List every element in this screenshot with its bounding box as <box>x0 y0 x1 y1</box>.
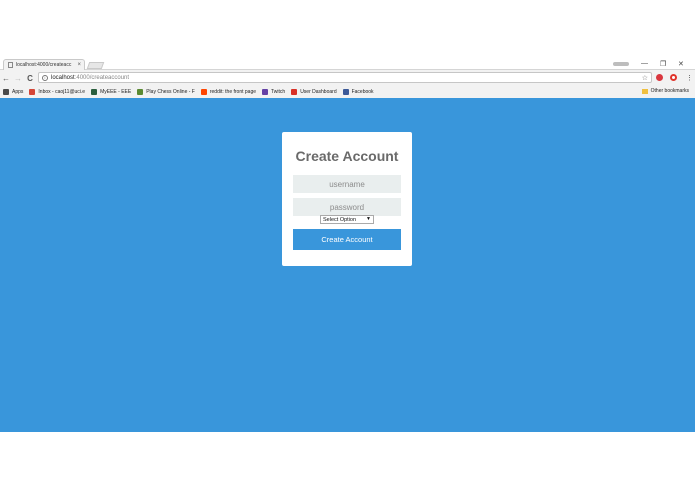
bookmark-label: Facebook <box>351 88 374 95</box>
bookmark-item[interactable]: Twitch <box>262 88 286 95</box>
bookmark-star-icon[interactable]: ☆ <box>642 74 648 82</box>
apps-grid-icon <box>3 88 9 95</box>
bookmark-label: MyEEE - EEE <box>100 88 132 95</box>
select-value: Select Option <box>323 216 357 223</box>
minimize-icon[interactable]: — <box>641 60 648 67</box>
bookmark-label: Inbox - caoj11@uci.e <box>38 88 86 95</box>
tab-strip: localhost:4000/createacc × — ❐ ✕ <box>0 58 695 70</box>
username-input[interactable] <box>293 175 401 193</box>
browser-tab[interactable]: localhost:4000/createacc × <box>3 59 85 70</box>
bookmark-item[interactable]: User Dashboard <box>291 88 337 95</box>
folder-icon <box>641 88 648 94</box>
other-bookmarks-label: Other bookmarks <box>650 88 689 94</box>
new-tab-button[interactable] <box>86 62 105 69</box>
menu-icon[interactable]: ⋮ <box>686 74 693 82</box>
bookmark-label: Twitch <box>271 88 286 95</box>
opera-extension-icon[interactable] <box>670 74 677 81</box>
bookmark-label: Play Chess Online - F <box>146 88 195 95</box>
create-account-button[interactable]: Create Account <box>293 229 401 250</box>
dropdown-arrow-icon: ▼ <box>366 216 371 222</box>
browser-toolbar: ← → C i localhost:4000/createaccount ☆ <box>0 71 695 85</box>
bookmark-item[interactable]: MyEEE - EEE <box>91 88 132 95</box>
page-content: Create Account Select Option ▼ Create Ac… <box>0 98 695 432</box>
profile-button[interactable] <box>613 62 629 66</box>
create-account-card: Create Account Select Option ▼ Create Ac… <box>282 132 412 266</box>
bookmark-item[interactable]: Apps <box>3 88 24 95</box>
bookmark-item[interactable]: Facebook <box>342 88 374 95</box>
reddit-icon <box>200 88 207 95</box>
url-host: localhost <box>51 74 75 81</box>
url-path: :4000/createaccount <box>74 74 130 81</box>
facebook-icon <box>342 88 349 95</box>
bookmarks-bar: Apps Inbox - caoj11@uci.e MyEEE - EEE Play … <box>0 86 695 97</box>
page-top-margin <box>0 0 695 58</box>
tab-close-icon[interactable]: × <box>77 62 81 68</box>
twitch-icon <box>262 88 269 95</box>
browser-chrome: localhost:4000/createacc × — ❐ ✕ ← → C i… <box>0 58 695 98</box>
bookmark-label: Apps <box>12 88 24 95</box>
address-bar[interactable]: i localhost:4000/createaccount ☆ <box>38 72 652 83</box>
gmail-icon <box>29 88 36 95</box>
bookmark-item[interactable]: Play Chess Online - F <box>137 88 195 95</box>
tab-title: localhost:4000/createacc <box>16 62 72 68</box>
page-bottom-margin <box>0 432 695 494</box>
bookmark-item[interactable]: Inbox - caoj11@uci.e <box>29 88 86 95</box>
reload-icon[interactable]: C <box>24 74 36 83</box>
forward-icon[interactable]: → <box>12 74 24 83</box>
bookmark-label: User Dashboard <box>300 88 337 95</box>
chess-icon <box>137 88 144 95</box>
page-icon <box>8 62 13 68</box>
other-bookmarks[interactable]: Other bookmarks <box>641 88 689 94</box>
password-input[interactable] <box>293 198 401 216</box>
window-close-icon[interactable]: ✕ <box>678 60 684 68</box>
back-icon[interactable]: ← <box>0 74 12 83</box>
bookmark-label: reddit: the front page <box>209 88 257 95</box>
restore-icon[interactable]: ❐ <box>660 60 666 68</box>
bookmark-item[interactable]: reddit: the front page <box>200 88 257 95</box>
eee-icon <box>91 88 98 95</box>
form-title: Create Account <box>295 148 399 164</box>
role-select[interactable]: Select Option ▼ <box>320 215 374 224</box>
adblock-extension-icon[interactable] <box>656 74 663 81</box>
dashboard-icon <box>291 88 298 95</box>
info-icon[interactable]: i <box>42 74 48 81</box>
